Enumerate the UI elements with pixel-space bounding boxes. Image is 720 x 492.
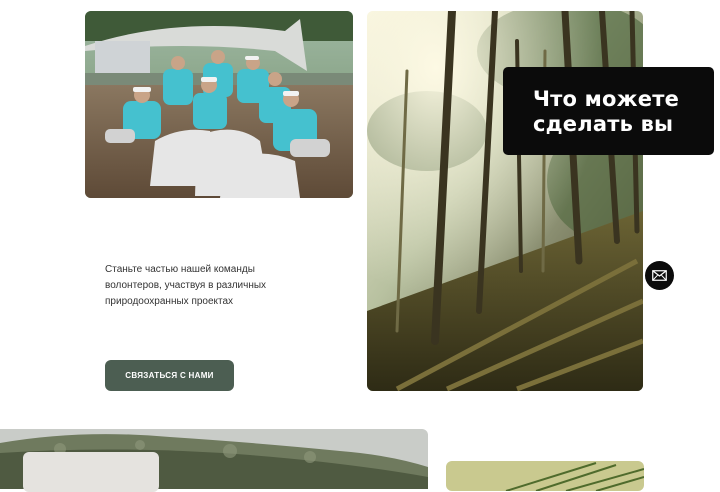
overlay-card xyxy=(23,452,159,492)
pine-photo xyxy=(446,461,644,491)
volunteers-photo xyxy=(85,11,353,198)
section-heading: Что можете сделать вы xyxy=(503,67,714,155)
contact-us-button[interactable]: СВЯЗАТЬСЯ С НАМИ xyxy=(105,360,234,391)
mail-button[interactable] xyxy=(645,261,674,290)
section-description: Станьте частью нашей команды волонтеров,… xyxy=(105,264,267,307)
envelope-icon xyxy=(652,270,667,281)
